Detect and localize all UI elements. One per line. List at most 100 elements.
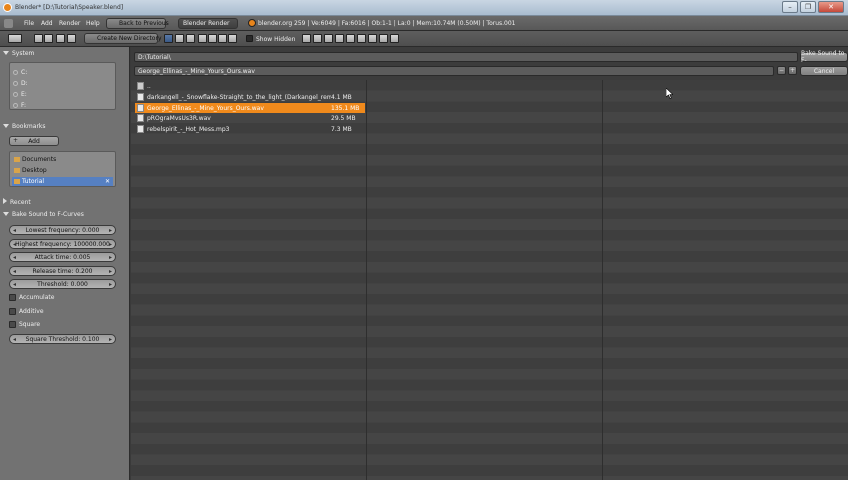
decrement-arrow-icon[interactable]: ◂	[13, 268, 16, 275]
menu-help[interactable]: Help	[86, 20, 100, 27]
sort-size-icon[interactable]	[228, 34, 237, 43]
decrement-filename-button[interactable]: −	[777, 66, 786, 75]
minimize-button[interactable]: –	[782, 1, 798, 13]
forward-arrow-icon[interactable]	[44, 34, 53, 43]
sort-time-icon[interactable]	[218, 34, 227, 43]
bookmarks-panel-title: Bookmarks	[12, 123, 46, 130]
show-hidden-checkbox[interactable]	[246, 35, 253, 42]
menu-add[interactable]: Add	[41, 20, 53, 27]
increment-arrow-icon[interactable]: ▸	[109, 336, 112, 343]
show-hidden-label: Show Hidden	[256, 36, 296, 43]
decrement-arrow-icon[interactable]: ◂	[13, 281, 16, 288]
filename-field[interactable]: George_Ellinas_-_Mine_Yours_Ours.wav	[134, 66, 774, 76]
drive-item[interactable]: F:	[13, 102, 26, 109]
bookmark-label: Documents	[22, 156, 57, 163]
render-engine-select[interactable]: Blender Render	[178, 18, 238, 29]
decrement-arrow-icon[interactable]: ◂	[13, 336, 16, 343]
drive-item[interactable]: C:	[13, 69, 27, 76]
back-arrow-icon[interactable]	[34, 34, 43, 43]
system-panel-header[interactable]: System	[3, 50, 34, 57]
refresh-icon[interactable]	[67, 34, 76, 43]
sort-extension-icon[interactable]	[208, 34, 217, 43]
directory-path-text: D:\Tutorial\	[138, 53, 171, 61]
bake-sound-label: Bake Sound to F-	[801, 50, 845, 64]
drive-item[interactable]: E:	[13, 91, 27, 98]
highest-frequency-label: Highest frequency: 100000.000	[15, 240, 110, 248]
decrement-arrow-icon[interactable]: ◂	[13, 227, 16, 234]
display-short-list-icon[interactable]	[164, 34, 173, 43]
parent-directory-icon[interactable]	[56, 34, 65, 43]
drive-label: F:	[21, 102, 27, 109]
maximize-button[interactable]: ❐	[800, 1, 816, 13]
file-row-selected[interactable]: George_Ellinas_-_Mine_Yours_Ours.wav 135…	[135, 103, 365, 113]
increment-arrow-icon[interactable]: ▸	[109, 241, 112, 248]
plus-icon: +	[13, 137, 19, 144]
increment-arrow-icon[interactable]: ▸	[109, 227, 112, 234]
accumulate-option[interactable]: Accumulate	[9, 294, 54, 301]
increment-arrow-icon[interactable]: ▸	[109, 281, 112, 288]
filter-sound-icon[interactable]	[379, 34, 388, 43]
blender-logo-icon	[3, 3, 12, 12]
square-threshold-field[interactable]: ◂ Square Threshold: 0.100 ▸	[9, 334, 116, 344]
bake-panel-header[interactable]: Bake Sound to F-Curves	[3, 211, 84, 218]
folder-icon	[14, 168, 20, 173]
editor-type-icon[interactable]	[8, 34, 22, 43]
square-checkbox[interactable]	[9, 321, 16, 328]
file-row[interactable]: pROgraMvsUs3R.wav 29.5 MB	[135, 113, 365, 123]
directory-path-field[interactable]: D:\Tutorial\	[134, 52, 798, 62]
back-to-previous-button[interactable]: Back to Previous	[106, 18, 169, 29]
square-option[interactable]: Square	[9, 321, 40, 328]
filter-movie-icon[interactable]	[346, 34, 355, 43]
accumulate-checkbox[interactable]	[9, 294, 16, 301]
increment-arrow-icon[interactable]: ▸	[109, 254, 112, 261]
bookmark-list: Documents Desktop Tutorial ✕	[9, 151, 116, 187]
highest-frequency-field[interactable]: ◂ Highest frequency: 100000.000 ▸	[9, 239, 116, 249]
window-title: Blender* [D:\Tutorial\Speaker.blend]	[15, 4, 124, 11]
bookmarks-panel-header[interactable]: Bookmarks	[3, 123, 46, 130]
bookmark-item-documents[interactable]: Documents	[12, 155, 113, 164]
filter-toggle-icon[interactable]	[302, 34, 311, 43]
file-row[interactable]: rebelspirit_-_Hot_Mess.mp3 7.3 MB	[135, 124, 365, 134]
bake-sound-button[interactable]: Bake Sound to F-	[800, 50, 848, 64]
drive-label: E:	[21, 91, 27, 98]
filter-blend-icon[interactable]	[324, 34, 333, 43]
file-size: 4.1 MB	[331, 93, 352, 101]
cancel-button[interactable]: Cancel	[800, 66, 848, 76]
release-time-field[interactable]: ◂ Release time: 0.200 ▸	[9, 266, 116, 276]
bookmark-item-tutorial[interactable]: Tutorial ✕	[12, 177, 113, 186]
filter-image-icon[interactable]	[335, 34, 344, 43]
filter-script-icon[interactable]	[357, 34, 366, 43]
lowest-frequency-label: Lowest frequency: 0.000	[25, 226, 100, 234]
threshold-field[interactable]: ◂ Threshold: 0.000 ▸	[9, 279, 116, 289]
create-new-directory-button[interactable]: Create New Directory	[84, 33, 162, 44]
display-thumbnails-icon[interactable]	[186, 34, 195, 43]
remove-bookmark-icon[interactable]: ✕	[105, 178, 110, 185]
drive-icon	[13, 81, 18, 86]
bookmark-item-desktop[interactable]: Desktop	[12, 166, 113, 175]
sort-alpha-icon[interactable]	[198, 34, 207, 43]
decrement-arrow-icon[interactable]: ◂	[13, 254, 16, 261]
bake-panel-title: Bake Sound to F-Curves	[12, 211, 84, 218]
attack-time-field[interactable]: ◂ Attack time: 0.005 ▸	[9, 252, 116, 262]
menu-file[interactable]: File	[24, 20, 34, 27]
release-time-label: Release time: 0.200	[32, 267, 93, 275]
decrement-arrow-icon[interactable]: ◂	[13, 241, 16, 248]
filter-font-icon[interactable]	[368, 34, 377, 43]
add-bookmark-button[interactable]: + Add	[9, 136, 59, 146]
lowest-frequency-field[interactable]: ◂ Lowest frequency: 0.000 ▸	[9, 225, 116, 235]
menu-render[interactable]: Render	[59, 20, 80, 27]
recent-panel-header[interactable]: Recent	[3, 198, 31, 206]
drive-item[interactable]: D:	[13, 80, 28, 87]
additive-option[interactable]: Additive	[9, 308, 44, 315]
additive-checkbox[interactable]	[9, 308, 16, 315]
increment-filename-button[interactable]: +	[788, 66, 797, 75]
editor-type-icon[interactable]	[4, 19, 13, 28]
file-row[interactable]: darkangell_-_Snowflake-Straight_to_the_l…	[135, 92, 365, 102]
filter-text-icon[interactable]	[390, 34, 399, 43]
close-button[interactable]: ✕	[818, 1, 844, 13]
filter-folder-icon[interactable]	[313, 34, 322, 43]
increment-arrow-icon[interactable]: ▸	[109, 268, 112, 275]
column-divider	[366, 80, 367, 480]
file-row-parent[interactable]: ..	[135, 81, 365, 91]
display-detailed-list-icon[interactable]	[175, 34, 184, 43]
